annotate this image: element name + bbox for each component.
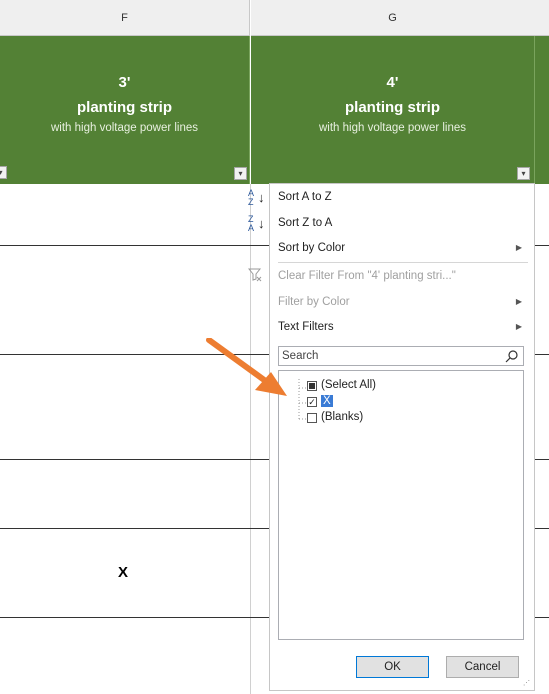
- column-header-f[interactable]: F: [0, 0, 250, 36]
- ok-button[interactable]: OK: [356, 656, 429, 678]
- row-border: [535, 245, 549, 246]
- row-border: [0, 245, 269, 246]
- header-subtitle: with high voltage power lines: [50, 122, 199, 134]
- sort-az-icon: AZ: [248, 188, 255, 207]
- sort-by-color-item[interactable]: Sort by Color ▶: [270, 237, 534, 261]
- header-title: planting strip: [77, 99, 172, 116]
- row-border: [535, 528, 549, 529]
- menu-label: Text Filters: [278, 321, 334, 333]
- menu-separator: [278, 262, 528, 263]
- header-cell-h[interactable]: [534, 36, 549, 184]
- clear-filter-icon: [247, 268, 262, 285]
- search-input[interactable]: Search: [278, 346, 524, 366]
- magnifier-icon: [505, 349, 519, 366]
- list-item-label: (Blanks): [321, 411, 364, 423]
- clear-filter-item[interactable]: Clear Filter From "4' planting stri...": [247, 265, 534, 289]
- header-cell-f[interactable]: 3' planting strip with high voltage powe…: [0, 36, 250, 184]
- sort-a-to-z-item[interactable]: AZ ↓ Sort A to Z: [248, 186, 534, 210]
- menu-label: Filter by Color: [278, 296, 350, 308]
- tree-lines: [298, 379, 307, 420]
- annotation-arrow-icon: [206, 338, 287, 396]
- column-letter: F: [121, 11, 128, 24]
- menu-label: Sort A to Z: [278, 191, 332, 203]
- row-border: [0, 617, 269, 618]
- menu-label: Sort by Color: [278, 242, 346, 254]
- sort-za-icon: ZA: [248, 214, 255, 233]
- column-header-g[interactable]: G: [251, 0, 534, 36]
- chevron-right-icon: ▶: [515, 322, 522, 331]
- list-item-label: (Select All): [321, 379, 376, 391]
- filter-values-list[interactable]: (Select All) ✓ X (Blanks): [278, 370, 524, 640]
- down-arrow-icon: ↓: [258, 190, 265, 205]
- row-border: [0, 459, 269, 460]
- autofilter-menu: AZ ↓ Sort A to Z ZA ↓ Sort Z to A Sort b…: [247, 183, 535, 691]
- menu-label: Clear Filter From "4' planting stri...": [278, 270, 456, 282]
- chevron-right-icon: ▶: [515, 243, 522, 252]
- header-title: planting strip: [345, 99, 440, 116]
- menu-label: Sort Z to A: [278, 217, 333, 229]
- chevron-right-icon: ▶: [515, 297, 522, 306]
- down-arrow-icon: ↓: [258, 216, 265, 231]
- row-border: [535, 617, 549, 618]
- column-letter: G: [388, 11, 397, 24]
- sort-z-to-a-item[interactable]: ZA ↓ Sort Z to A: [248, 212, 534, 236]
- list-item-label: X: [321, 395, 333, 407]
- resize-grip-icon[interactable]: ⋰: [523, 679, 531, 687]
- row-border: [535, 459, 549, 460]
- column-header-h[interactable]: [534, 0, 549, 36]
- checkbox-partial[interactable]: [307, 381, 317, 391]
- header-subtitle: with high voltage power lines: [318, 122, 467, 134]
- row-border: [0, 528, 269, 529]
- text-filters-item[interactable]: Text Filters ▶: [270, 316, 534, 340]
- cell-value[interactable]: X: [118, 564, 128, 581]
- filter-dropdown-button-g[interactable]: ▾: [517, 167, 530, 180]
- checkbox-unchecked[interactable]: [307, 413, 317, 423]
- header-size: 3': [118, 74, 131, 91]
- row-border: [535, 354, 549, 355]
- filter-dropdown-button-e[interactable]: ▾: [0, 166, 7, 179]
- header-size: 4': [386, 74, 399, 91]
- header-cell-g[interactable]: 4' planting strip with high voltage powe…: [251, 36, 534, 184]
- filter-dropdown-button-f[interactable]: ▾: [234, 167, 247, 180]
- cancel-button[interactable]: Cancel: [446, 656, 519, 678]
- checkbox-checked[interactable]: ✓: [307, 397, 317, 407]
- filter-by-color-item[interactable]: Filter by Color ▶: [270, 291, 534, 315]
